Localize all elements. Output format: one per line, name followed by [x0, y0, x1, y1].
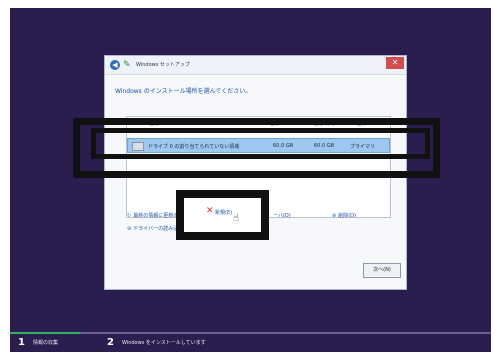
new-action-panel: ✕ 新規(E) ☝ — [184, 198, 261, 232]
new-action-highlight: ✕ 新規(E) ☝ — [176, 190, 269, 240]
bottom-progress-bar: 1 情報の収集 2 Windows をインストールしています — [10, 332, 491, 352]
next-button[interactable]: 次へ(N) — [363, 263, 401, 278]
extend-action[interactable]: ーバ(D) — [273, 212, 291, 219]
step-1-label: 情報の収集 — [32, 340, 58, 346]
new-icon: ✕ — [206, 206, 214, 216]
setup-icon: ✎ — [123, 60, 131, 70]
step-2-number: 2 — [107, 337, 114, 348]
dialog-titlebar: ◀ ✎ Windows セットアップ ✕ — [105, 56, 406, 75]
refresh-icon: ↻ — [127, 213, 132, 219]
highlight-box-inner — [91, 128, 430, 159]
install-location-instruction: Windows のインストール場所を選んでください。 — [115, 88, 252, 95]
back-icon[interactable]: ◀ — [110, 60, 120, 70]
new-action-label[interactable]: 新規(E) — [215, 209, 232, 216]
step-1-number: 1 — [18, 337, 25, 348]
hand-cursor-icon: ☝ — [233, 213, 240, 224]
refresh-action[interactable]: ↻ 最新の情報に更新(R) — [127, 212, 181, 219]
progress-fill — [10, 332, 80, 334]
close-button[interactable]: ✕ — [386, 57, 404, 69]
dialog-title: Windows セットアップ — [136, 62, 190, 68]
progress-track — [10, 332, 491, 334]
driver-icon: ⊕ — [127, 226, 132, 232]
step-1: 1 情報の収集 — [18, 337, 58, 348]
step-2-label: Windows をインストールしています — [121, 340, 206, 346]
delete-action[interactable]: ⊗ 削除(D) — [332, 212, 356, 219]
delete-icon: ⊗ — [332, 213, 337, 219]
step-2: 2 Windows をインストールしています — [107, 337, 206, 348]
